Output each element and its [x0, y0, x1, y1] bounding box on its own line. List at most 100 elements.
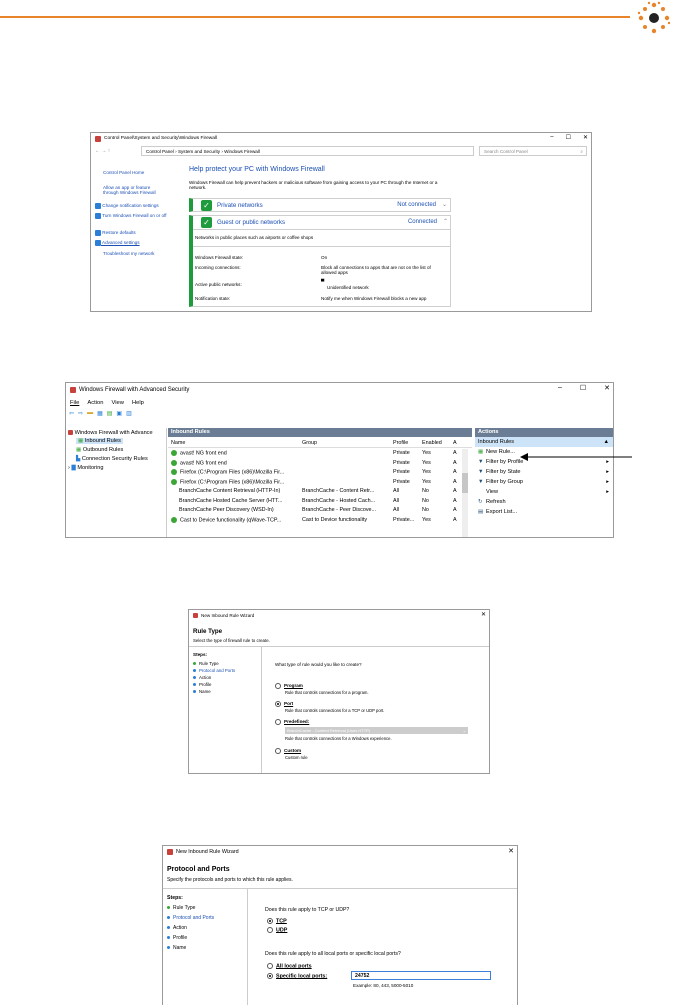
private-networks-label: Private networks [217, 202, 263, 209]
step-label: Profile [173, 935, 188, 941]
option-custom-desc: Custom rule [285, 755, 308, 760]
close-button[interactable]: ✕ [604, 384, 610, 392]
link-advanced-settings[interactable]: Advanced settings [95, 240, 140, 246]
firewall-icon [68, 430, 73, 436]
option-predefined[interactable]: Predefined: [275, 719, 309, 725]
radio-specific-ports[interactable] [267, 973, 273, 979]
menu-view[interactable]: View [111, 400, 123, 406]
option-specific-ports[interactable]: Specific local ports: [267, 973, 327, 979]
breadcrumb-0[interactable]: Control Panel [146, 149, 174, 154]
minimize-button[interactable]: – [558, 384, 562, 392]
tree-root[interactable]: Windows Firewall with Advance [68, 430, 153, 436]
link-notification-settings[interactable]: Change notification settings [95, 203, 159, 209]
table-row[interactable]: BranchCache Hosted Cache Server (HTT... B… [168, 497, 462, 506]
col-name[interactable]: Name [171, 440, 185, 446]
action-view[interactable]: View ▸ [475, 487, 613, 497]
table-row[interactable]: avast! NG front end Private Yes A [168, 449, 462, 458]
col-a[interactable]: A [453, 440, 457, 446]
detail-value-incoming: Block all connections to apps that are n… [321, 265, 431, 275]
close-button[interactable]: ✕ [583, 134, 588, 141]
back-arrow-icon[interactable]: ⇦ [69, 410, 74, 417]
option-udp[interactable]: UDP [267, 927, 287, 933]
folder-icon[interactable]: ▬ [87, 410, 93, 417]
help-icon[interactable]: ▣ [116, 410, 122, 417]
maximize-button[interactable]: ☐ [566, 134, 571, 141]
table-row[interactable]: avast! NG front end Private Yes A [168, 459, 462, 468]
ports-input[interactable]: 24752 [351, 971, 491, 980]
link-allow-app[interactable]: Allow an app or feature through Windows … [103, 185, 159, 195]
col-enabled[interactable]: Enabled [422, 440, 442, 446]
table-row[interactable]: Firefox (C:\Program Files (x86)\Mozilla … [168, 468, 462, 477]
close-button[interactable]: ✕ [508, 847, 514, 855]
collapse-icon[interactable]: ▲ [603, 439, 609, 445]
action-refresh[interactable]: ↻ Refresh [475, 497, 613, 507]
option-tcp[interactable]: TCP [267, 918, 287, 924]
link-turn-on-off[interactable]: Turn Windows Firewall on or off [95, 213, 175, 219]
radio-program[interactable] [275, 683, 281, 689]
steps-list: Rule Type Protocol and Ports Action Profile… [167, 905, 214, 955]
action-label: Filter by Group [486, 479, 523, 485]
control-panel-firewall-window: Control Panel\System and Security\Window… [90, 132, 592, 312]
option-custom[interactable]: Custom [275, 748, 301, 754]
action-export-list[interactable]: ▤ Export List... [475, 507, 613, 517]
step-bullet-icon [167, 916, 170, 920]
option-port[interactable]: Port [275, 701, 293, 707]
cell-name: Cast to Device functionality (qWave-TCP.… [171, 516, 281, 523]
menu-file[interactable]: File [70, 400, 79, 406]
breadcrumb-2[interactable]: Windows Firewall [224, 149, 260, 154]
option-port-desc: Rule that controls connections for a TCP… [285, 708, 385, 713]
maximize-button[interactable]: ☐ [580, 384, 586, 392]
guest-networks-header[interactable]: ✓ Guest or public networks Connected ⌃ [193, 216, 451, 230]
collapse-icon[interactable]: ⌃ [443, 218, 448, 225]
option-program[interactable]: Program [275, 683, 303, 689]
export-icon[interactable]: ▤ [107, 410, 113, 417]
minimize-button[interactable]: – [550, 134, 553, 141]
address-bar[interactable]: Control Panel › System and Security › Wi… [141, 146, 474, 156]
console-icon[interactable]: ▥ [126, 410, 132, 417]
close-button[interactable]: ✕ [481, 611, 486, 618]
link-troubleshoot[interactable]: Troubleshoot my network [103, 251, 154, 256]
search-input[interactable]: Search Control Panel ⌕ [479, 146, 587, 156]
scrollbar-thumb[interactable] [462, 473, 468, 493]
action-filter-by-state[interactable]: ▼ Filter by State ▸ [475, 467, 613, 477]
radio-tcp[interactable] [267, 918, 273, 924]
menu-action[interactable]: Action [87, 400, 103, 406]
cell-text: A [453, 507, 457, 513]
cell-text: Private [393, 459, 410, 466]
expand-icon[interactable]: ⌄ [442, 201, 447, 208]
nav-arrows[interactable]: ← → ↑ [95, 148, 110, 154]
breadcrumb-1[interactable]: System and Security [178, 149, 220, 154]
tree-inbound-rules[interactable]: ▦ Inbound Rules [76, 438, 123, 444]
security-icon: ▙ [76, 456, 81, 462]
radio-custom[interactable] [275, 748, 281, 754]
forward-arrow-icon[interactable]: ⇨ [78, 410, 83, 417]
action-filter-by-group[interactable]: ▼ Filter by Group ▸ [475, 477, 613, 487]
radio-udp[interactable] [267, 927, 273, 933]
table-row[interactable]: BranchCache Content Retrieval (HTTP-In) B… [168, 487, 462, 496]
menu-help[interactable]: Help [132, 400, 144, 406]
cell-a: A [453, 469, 457, 475]
step-item: Action [167, 925, 214, 935]
table-row[interactable]: Firefox (C:\Program Files (x86)\Mozilla … [168, 478, 462, 487]
col-profile[interactable]: Profile [393, 440, 408, 446]
grid-icon[interactable]: ▦ [97, 410, 103, 417]
new-rule-icon: ▦ [478, 449, 484, 455]
predefined-select[interactable]: BranchCache - Content Retrieval (Uses HT… [285, 727, 468, 734]
cell-text: No [422, 497, 429, 504]
step-bullet-icon [167, 946, 170, 950]
radio-predefined[interactable] [275, 719, 281, 725]
tree-connection-security[interactable]: ▙ Connection Security Rules [76, 456, 148, 462]
private-networks-row[interactable]: ✓ Private networks Not connected ⌄ [189, 198, 451, 212]
table-row[interactable]: Cast to Device functionality (qWave-TCP.… [168, 516, 462, 525]
tree-monitoring[interactable]: › ▇ Monitoring [68, 465, 103, 471]
col-group[interactable]: Group [302, 440, 317, 446]
link-control-panel-home[interactable]: Control Panel Home [103, 170, 144, 175]
radio-port[interactable] [275, 701, 281, 707]
radio-all-ports[interactable] [267, 963, 273, 969]
scrollbar[interactable] [462, 449, 468, 537]
table-row[interactable]: BranchCache Peer Discovery (WSD-In) Branc… [168, 506, 462, 515]
link-restore-defaults[interactable]: Restore defaults [95, 230, 136, 236]
tree-outbound-rules[interactable]: ▦ Outbound Rules [76, 447, 123, 453]
step-bullet-icon [193, 683, 196, 687]
option-all-ports[interactable]: All local ports [267, 963, 312, 969]
